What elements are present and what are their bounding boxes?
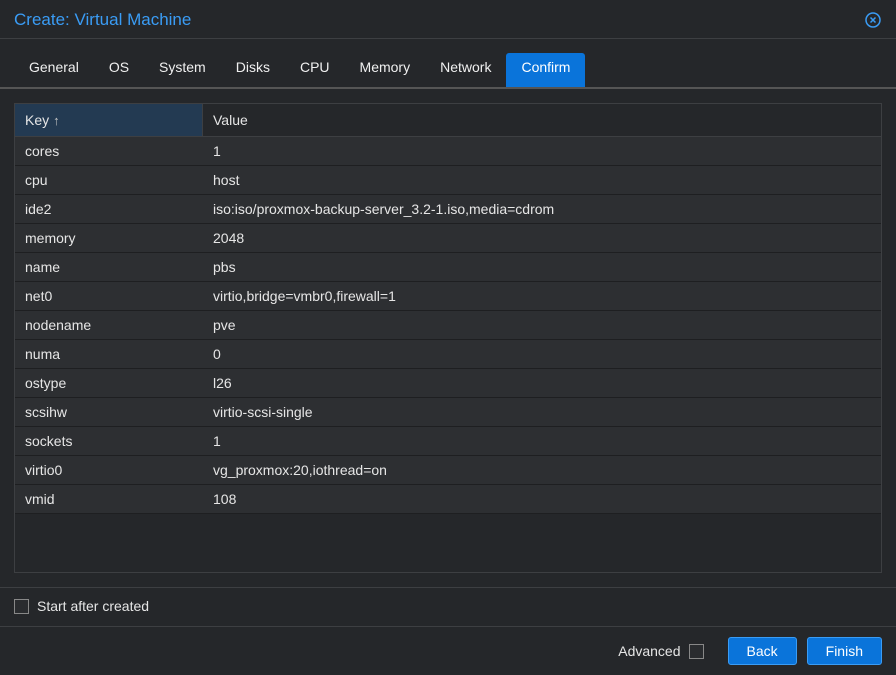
button-label: Finish bbox=[826, 643, 863, 659]
tab-os[interactable]: OS bbox=[94, 53, 144, 87]
table-row[interactable]: cpuhost bbox=[15, 166, 881, 195]
back-button[interactable]: Back bbox=[728, 637, 797, 665]
cell-key: net0 bbox=[15, 282, 203, 310]
tab-label: Network bbox=[440, 59, 491, 75]
tab-label: General bbox=[29, 59, 79, 75]
tab-confirm[interactable]: Confirm bbox=[506, 53, 585, 87]
tab-disks[interactable]: Disks bbox=[221, 53, 285, 87]
tab-general[interactable]: General bbox=[14, 53, 94, 87]
cell-key: ostype bbox=[15, 369, 203, 397]
cell-value: virtio,bridge=vmbr0,firewall=1 bbox=[203, 282, 881, 310]
tab-label: Confirm bbox=[521, 59, 570, 75]
advanced-label: Advanced bbox=[618, 643, 680, 659]
cell-key: numa bbox=[15, 340, 203, 368]
column-header-label: Value bbox=[213, 112, 248, 128]
cell-value: 1 bbox=[203, 137, 881, 165]
close-button[interactable] bbox=[864, 11, 882, 29]
column-header-value[interactable]: Value bbox=[203, 104, 881, 136]
advanced-checkbox[interactable] bbox=[689, 644, 704, 659]
table-row[interactable]: cores1 bbox=[15, 137, 881, 166]
cell-key: memory bbox=[15, 224, 203, 252]
tab-label: CPU bbox=[300, 59, 330, 75]
title-bar: Create: Virtual Machine bbox=[0, 0, 896, 39]
cell-key: cpu bbox=[15, 166, 203, 194]
cell-value: l26 bbox=[203, 369, 881, 397]
cell-value: 2048 bbox=[203, 224, 881, 252]
tab-network[interactable]: Network bbox=[425, 53, 506, 87]
tab-label: OS bbox=[109, 59, 129, 75]
footer-bar: Advanced Back Finish bbox=[0, 626, 896, 675]
cell-value: 0 bbox=[203, 340, 881, 368]
cell-value: pbs bbox=[203, 253, 881, 281]
cell-value: 1 bbox=[203, 427, 881, 455]
cell-value: host bbox=[203, 166, 881, 194]
tab-system[interactable]: System bbox=[144, 53, 221, 87]
wizard-tabs: General OS System Disks CPU Memory Netwo… bbox=[0, 39, 896, 89]
cell-key: scsihw bbox=[15, 398, 203, 426]
table-row[interactable]: namepbs bbox=[15, 253, 881, 282]
tab-label: Disks bbox=[236, 59, 270, 75]
advanced-toggle[interactable]: Advanced bbox=[618, 643, 703, 659]
cell-key: sockets bbox=[15, 427, 203, 455]
table-row[interactable]: virtio0vg_proxmox:20,iothread=on bbox=[15, 456, 881, 485]
cell-key: ide2 bbox=[15, 195, 203, 223]
table-row[interactable]: ide2iso:iso/proxmox-backup-server_3.2-1.… bbox=[15, 195, 881, 224]
tab-cpu[interactable]: CPU bbox=[285, 53, 345, 87]
options-bar: Start after created bbox=[0, 587, 896, 626]
tab-memory[interactable]: Memory bbox=[345, 53, 426, 87]
table-row[interactable]: nodenamepve bbox=[15, 311, 881, 340]
tab-label: Memory bbox=[360, 59, 411, 75]
content-pane: Key ↑ Value cores1cpuhostide2iso:iso/pro… bbox=[0, 89, 896, 587]
table-row[interactable]: net0virtio,bridge=vmbr0,firewall=1 bbox=[15, 282, 881, 311]
column-header-key[interactable]: Key ↑ bbox=[15, 104, 203, 136]
cell-key: cores bbox=[15, 137, 203, 165]
finish-button[interactable]: Finish bbox=[807, 637, 882, 665]
cell-value: virtio-scsi-single bbox=[203, 398, 881, 426]
table-row[interactable]: vmid108 bbox=[15, 485, 881, 514]
cell-value: pve bbox=[203, 311, 881, 339]
cell-value: 108 bbox=[203, 485, 881, 513]
cell-value: vg_proxmox:20,iothread=on bbox=[203, 456, 881, 484]
cell-key: virtio0 bbox=[15, 456, 203, 484]
table-row[interactable]: ostypel26 bbox=[15, 369, 881, 398]
cell-key: name bbox=[15, 253, 203, 281]
table-header: Key ↑ Value bbox=[15, 104, 881, 137]
cell-value: iso:iso/proxmox-backup-server_3.2-1.iso,… bbox=[203, 195, 881, 223]
cell-key: nodename bbox=[15, 311, 203, 339]
sort-asc-icon: ↑ bbox=[53, 113, 60, 128]
table-row[interactable]: scsihwvirtio-scsi-single bbox=[15, 398, 881, 427]
cell-key: vmid bbox=[15, 485, 203, 513]
tab-label: System bbox=[159, 59, 206, 75]
start-after-created-row[interactable]: Start after created bbox=[14, 598, 882, 614]
summary-table: Key ↑ Value cores1cpuhostide2iso:iso/pro… bbox=[14, 103, 882, 573]
table-row[interactable]: sockets1 bbox=[15, 427, 881, 456]
close-icon bbox=[865, 12, 881, 28]
table-body: cores1cpuhostide2iso:iso/proxmox-backup-… bbox=[15, 137, 881, 572]
start-after-created-checkbox[interactable] bbox=[14, 599, 29, 614]
button-label: Back bbox=[747, 643, 778, 659]
vm-create-wizard: Create: Virtual Machine General OS Syste… bbox=[0, 0, 896, 675]
column-header-label: Key bbox=[25, 112, 49, 128]
table-row[interactable]: numa0 bbox=[15, 340, 881, 369]
window-title: Create: Virtual Machine bbox=[14, 10, 191, 30]
start-after-created-label: Start after created bbox=[37, 598, 149, 614]
table-row[interactable]: memory2048 bbox=[15, 224, 881, 253]
